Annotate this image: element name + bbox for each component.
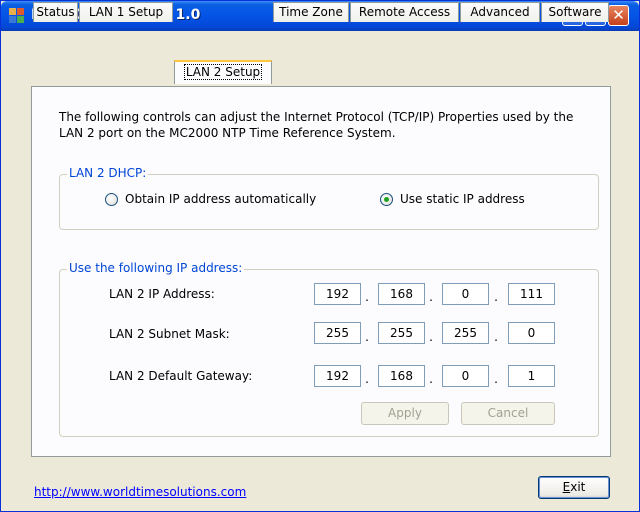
octet-separator: . xyxy=(429,290,433,304)
octet-separator: . xyxy=(494,290,498,304)
app-icon xyxy=(9,8,25,24)
subnet-mask-label: LAN 2 Subnet Mask: xyxy=(109,327,230,341)
octet-separator: . xyxy=(365,372,369,386)
tab-advanced[interactable]: Advanced xyxy=(460,2,540,22)
default-gateway-octet-4[interactable]: 1 xyxy=(508,365,555,387)
octet-separator: . xyxy=(365,330,369,344)
default-gateway-octet-3[interactable]: 0 xyxy=(442,365,489,387)
exit-button[interactable]: Exit xyxy=(538,476,610,499)
default-gateway-octet-2[interactable]: 168 xyxy=(378,365,425,387)
octet-separator: . xyxy=(365,290,369,304)
tab-lan1-setup[interactable]: LAN 1 Setup xyxy=(79,2,173,22)
ip-address-octet-2[interactable]: 168 xyxy=(378,283,425,305)
octet-separator: . xyxy=(429,330,433,344)
radio-obtain-auto-label[interactable]: Obtain IP address automatically xyxy=(125,192,316,206)
tab-lan2-setup[interactable]: LAN 2 Setup xyxy=(174,60,272,84)
radio-selected-dot xyxy=(384,197,389,202)
ip-address-octet-4[interactable]: 111 xyxy=(508,283,555,305)
cancel-button[interactable]: Cancel xyxy=(461,402,555,425)
panel-description: The following controls can adjust the In… xyxy=(59,110,574,140)
subnet-mask-octet-2[interactable]: 255 xyxy=(378,322,425,344)
tab-remote-access[interactable]: Remote Access xyxy=(350,2,459,22)
website-link[interactable]: http://www.worldtimesolutions.com xyxy=(34,485,246,499)
default-gateway-label: LAN 2 Default Gateway: xyxy=(109,369,253,383)
tab-status[interactable]: Status xyxy=(33,2,78,22)
tab-software[interactable]: Software xyxy=(541,2,609,22)
octet-separator: . xyxy=(429,372,433,386)
dhcp-group-label: LAN 2 DHCP: xyxy=(67,166,149,180)
ip-address-label: LAN 2 IP Address: xyxy=(109,287,215,301)
octet-separator: . xyxy=(494,330,498,344)
default-gateway-octet-1[interactable]: 192 xyxy=(314,365,361,387)
subnet-mask-octet-4[interactable]: 0 xyxy=(508,322,555,344)
tab-time-zone[interactable]: Time Zone xyxy=(273,2,349,22)
close-button[interactable]: ✕ xyxy=(608,5,629,26)
radio-obtain-auto[interactable] xyxy=(105,193,118,206)
apply-button[interactable]: Apply xyxy=(361,402,449,425)
ip-address-octet-3[interactable]: 0 xyxy=(442,283,489,305)
ip-address-group-label: Use the following IP address: xyxy=(67,261,245,275)
close-icon: ✕ xyxy=(612,6,625,24)
main-window: MC2000 Interface 1.0 ✕ Status LAN 1 Setu… xyxy=(0,0,640,512)
radio-use-static-label[interactable]: Use static IP address xyxy=(400,192,525,206)
octet-separator: . xyxy=(494,372,498,386)
ip-address-octet-1[interactable]: 192 xyxy=(314,283,361,305)
radio-use-static[interactable] xyxy=(380,193,393,206)
subnet-mask-octet-1[interactable]: 255 xyxy=(314,322,361,344)
subnet-mask-octet-3[interactable]: 255 xyxy=(442,322,489,344)
